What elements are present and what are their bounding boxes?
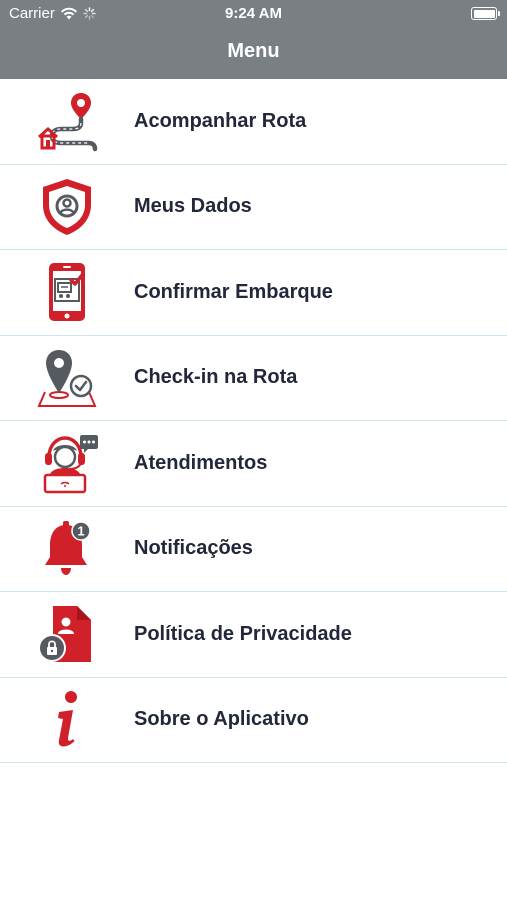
notification-badge-count: 1: [77, 523, 84, 538]
status-time: 9:24 AM: [225, 5, 282, 22]
phone-bus-ticket-icon: [49, 263, 85, 322]
route-map-icon: [38, 93, 98, 152]
menu-item-check-in-na-rota[interactable]: Check-in na Rota: [0, 336, 507, 421]
menu-item-meus-dados[interactable]: Meus Dados: [0, 165, 507, 250]
menu-item-label: Acompanhar Rota: [134, 109, 307, 132]
menu-list: Acompanhar Rota Meus Dados Confirmar Emb…: [0, 79, 507, 763]
menu-item-notificacoes[interactable]: 1 Notificações: [0, 507, 507, 592]
battery-icon: [471, 7, 500, 20]
menu-item-label: Política de Privacidade: [134, 622, 352, 645]
page-title: Menu: [227, 40, 280, 62]
menu-item-confirmar-embarque[interactable]: Confirmar Embarque: [0, 250, 507, 336]
bell-icon: 1: [45, 520, 91, 575]
privacy-document-icon: [38, 606, 91, 663]
header: Carrier 9:24 AM Menu: [0, 0, 507, 79]
menu-item-acompanhar-rota[interactable]: Acompanhar Rota: [0, 79, 507, 165]
menu-item-sobre-o-aplicativo[interactable]: Sobre o Aplicativo: [0, 678, 507, 763]
menu-item-label: Notificações: [134, 537, 253, 560]
menu-item-label: Check-in na Rota: [134, 366, 298, 389]
support-agent-icon: [43, 435, 98, 494]
menu-item-atendimentos[interactable]: Atendimentos: [0, 421, 507, 507]
info-icon: [58, 690, 77, 747]
menu-item-label: Sobre o Aplicativo: [134, 708, 309, 731]
menu-item-label: Confirmar Embarque: [134, 280, 333, 303]
menu-item-politica-de-privacidade[interactable]: Política de Privacidade: [0, 592, 507, 678]
user-shield-icon: [43, 178, 91, 235]
status-bar: Carrier 9:24 AM: [0, 0, 507, 28]
menu-item-label: Meus Dados: [134, 195, 252, 218]
menu-item-label: Atendimentos: [134, 451, 268, 474]
location-check-icon: [37, 349, 97, 407]
